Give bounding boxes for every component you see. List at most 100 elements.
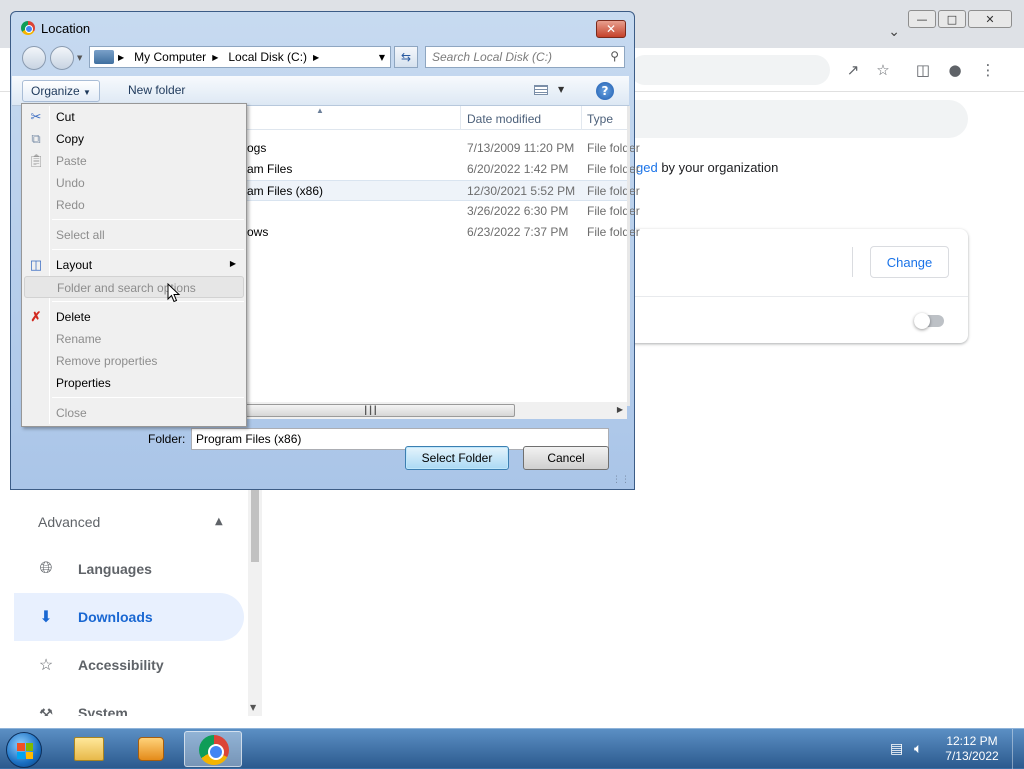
- download-icon: ⬇: [39, 609, 53, 626]
- menu-item-remove-properties[interactable]: Remove properties: [24, 350, 244, 372]
- file-name: ogs: [247, 141, 267, 155]
- menu-kebab-icon[interactable]: ⋮: [978, 60, 998, 80]
- change-location-button[interactable]: Change: [870, 246, 949, 278]
- profile-avatar-icon[interactable]: ●: [945, 60, 965, 80]
- sidebar-item-accessibility[interactable]: ☆ Accessibility: [14, 641, 244, 689]
- taskbar-explorer-button[interactable]: [60, 731, 118, 767]
- network-icon[interactable]: ▤: [890, 741, 903, 757]
- select-folder-button[interactable]: Select Folder: [405, 446, 509, 470]
- divider: [600, 296, 968, 297]
- column-date-modified[interactable]: Date modified: [467, 112, 541, 126]
- breadcrumb-arrow-icon[interactable]: ▶: [118, 53, 124, 62]
- menu-item-properties[interactable]: Properties: [24, 372, 244, 394]
- chrome-app-icon: [21, 21, 35, 35]
- file-type: File folder: [587, 225, 640, 239]
- search-input[interactable]: Search Local Disk (C:) ⚲: [425, 46, 625, 68]
- copy-icon: ⧉: [31, 131, 41, 146]
- dialog-title: Location: [41, 21, 91, 36]
- menu-item-layout[interactable]: ◫ Layout ▶: [24, 254, 244, 276]
- file-name: am Files: [247, 162, 293, 176]
- show-desktop-button[interactable]: [1012, 729, 1024, 769]
- resize-grip-icon[interactable]: ⋮⋮: [612, 475, 630, 485]
- cancel-button[interactable]: Cancel: [523, 446, 609, 470]
- sort-ascending-icon: ▲: [316, 106, 324, 115]
- search-placeholder: Search Local Disk (C:): [432, 50, 553, 64]
- menu-item-copy[interactable]: ⧉ Copy: [24, 128, 244, 150]
- file-name: am Files (x86): [247, 184, 324, 198]
- breadcrumb-my-computer[interactable]: My Computer: [134, 50, 206, 64]
- refresh-button[interactable]: ⇆: [394, 46, 418, 68]
- view-dropdown-icon[interactable]: ▼: [558, 85, 564, 94]
- accessibility-icon: ☆: [38, 657, 54, 674]
- divider: [852, 247, 853, 277]
- share-icon[interactable]: ↗: [843, 60, 863, 80]
- close-button[interactable]: ✕: [968, 10, 1012, 28]
- side-panel-icon[interactable]: ◫: [913, 60, 933, 80]
- bookmark-star-icon[interactable]: ☆: [873, 60, 893, 80]
- recent-pages-dropdown-icon[interactable]: ▼: [77, 54, 82, 62]
- sidebar-advanced-header[interactable]: Advanced: [38, 514, 100, 530]
- menu-item-select-all[interactable]: Select all: [24, 224, 244, 246]
- menu-item-cut[interactable]: ✂ Cut: [24, 106, 244, 128]
- file-date: 6/20/2022 1:42 PM: [467, 162, 569, 176]
- ask-where-to-save-toggle[interactable]: [914, 313, 944, 329]
- clock-date: 7/13/2022: [945, 749, 999, 763]
- menu-item-redo[interactable]: Redo: [24, 194, 244, 216]
- new-folder-button[interactable]: New folder: [120, 80, 193, 102]
- help-icon[interactable]: ?: [596, 82, 614, 100]
- breadcrumb-local-disk[interactable]: Local Disk (C:): [228, 50, 307, 64]
- globe-icon: 🌐︎: [39, 560, 53, 577]
- menu-item-label: Cut: [56, 110, 75, 124]
- menu-item-label: Redo: [56, 198, 85, 212]
- scrollbar-thumb[interactable]: [251, 490, 259, 562]
- taskbar-media-player-button[interactable]: [122, 731, 180, 767]
- address-dropdown-icon[interactable]: ▼: [379, 53, 385, 62]
- sidebar-item-downloads[interactable]: ⬇ Downloads: [14, 593, 244, 641]
- address-breadcrumb[interactable]: ▶ My Computer ▶ Local Disk (C:) ▶ ▼: [89, 46, 391, 68]
- menu-item-rename[interactable]: Rename: [24, 328, 244, 350]
- file-list-vscroll[interactable]: [627, 106, 630, 406]
- maximize-button[interactable]: □: [938, 10, 966, 28]
- menu-item-label: Undo: [56, 176, 85, 190]
- breadcrumb-arrow-icon[interactable]: ▶: [313, 53, 319, 62]
- menu-item-folder-options[interactable]: Folder and search options: [24, 276, 244, 298]
- view-options-icon[interactable]: [534, 85, 548, 95]
- menu-item-paste[interactable]: 📋︎ Paste: [24, 150, 244, 172]
- search-icon: ⚲: [610, 49, 619, 63]
- column-type[interactable]: Type: [587, 112, 613, 126]
- dialog-close-button[interactable]: ✕: [596, 20, 626, 38]
- column-separator[interactable]: [460, 106, 461, 130]
- volume-icon[interactable]: 🔈︎: [914, 741, 922, 757]
- sidebar-item-label: Downloads: [78, 609, 153, 625]
- taskbar-chrome-button[interactable]: [184, 731, 242, 767]
- sidebar-item-languages[interactable]: 🌐︎ Languages: [14, 545, 244, 593]
- menu-item-close[interactable]: Close: [24, 402, 244, 424]
- sidebar-item-system[interactable]: ⚒ System: [14, 689, 244, 716]
- windows-logo-icon: [17, 743, 33, 759]
- breadcrumb-arrow-icon[interactable]: ▶: [212, 53, 218, 62]
- column-separator[interactable]: [581, 106, 582, 130]
- file-type: File folder: [587, 141, 640, 155]
- menu-item-delete[interactable]: ✗ Delete: [24, 306, 244, 328]
- forward-button[interactable]: [50, 46, 74, 70]
- caret-up-icon[interactable]: ▲: [215, 516, 223, 527]
- settings-search-input[interactable]: [600, 100, 968, 138]
- tab-search-chevron-icon[interactable]: ⌄: [888, 24, 900, 40]
- sidebar-item-label: Languages: [78, 561, 152, 577]
- menu-item-label: Close: [56, 406, 87, 420]
- file-date: 12/30/2021 5:52 PM: [467, 184, 576, 198]
- organize-button[interactable]: Organize ▼: [22, 80, 100, 102]
- address-bar[interactable]: [630, 55, 830, 85]
- system-clock[interactable]: 12:12 PM 7/13/2022: [942, 734, 1002, 764]
- toggle-knob: [914, 313, 930, 329]
- scrollbar-thumb[interactable]: ┃┃┃: [226, 404, 515, 417]
- start-button[interactable]: [6, 732, 42, 768]
- scroll-right-arrow-icon[interactable]: ▶: [617, 405, 623, 414]
- menu-item-undo[interactable]: Undo: [24, 172, 244, 194]
- scroll-down-arrow-icon[interactable]: ▼: [250, 703, 256, 712]
- back-button[interactable]: [22, 46, 46, 70]
- sidebar-scrollbar[interactable]: ▼: [248, 490, 262, 716]
- clock-time: 12:12 PM: [946, 734, 998, 748]
- minimize-button[interactable]: —: [908, 10, 936, 28]
- file-date: 6/23/2022 7:37 PM: [467, 225, 569, 239]
